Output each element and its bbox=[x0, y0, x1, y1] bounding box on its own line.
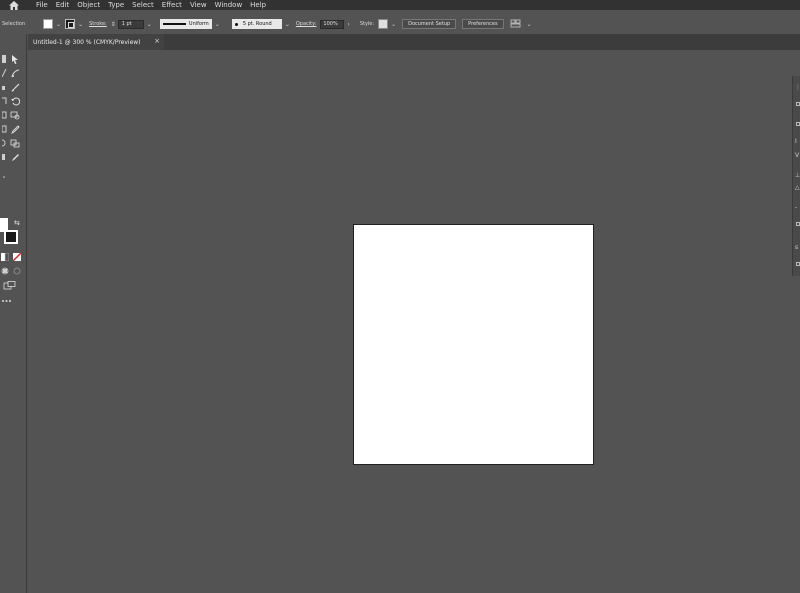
stroke-weight-field[interactable]: 1 pt bbox=[117, 19, 144, 29]
chevron-down-icon[interactable]: ⌄ bbox=[147, 21, 152, 28]
menu-edit[interactable]: Edit bbox=[56, 0, 70, 10]
home-icon[interactable] bbox=[8, 0, 20, 10]
close-icon[interactable]: × bbox=[154, 37, 160, 45]
free-transform-tool-icon[interactable] bbox=[10, 110, 20, 120]
menu-bar: File Edit Object Type Select Effect View… bbox=[0, 0, 800, 10]
brush-label: 5 pt. Round bbox=[242, 21, 272, 27]
pen-tool-icon[interactable] bbox=[0, 68, 10, 78]
chevron-down-icon[interactable]: ⌄ bbox=[285, 21, 290, 28]
control-bar: Selection ⌄ ⌄ Stroke: ⇕ 1 pt ⌄ Uniform ⌄… bbox=[0, 14, 800, 34]
eyedropper-tool-icon[interactable] bbox=[10, 124, 20, 134]
swap-fill-stroke-icon[interactable]: ⇆ bbox=[14, 219, 20, 227]
menu-type[interactable]: Type bbox=[108, 0, 124, 10]
menu-effect[interactable]: Effect bbox=[162, 0, 182, 10]
arrange-documents-icon[interactable] bbox=[510, 19, 524, 29]
style-label: Style: bbox=[359, 21, 375, 27]
right-panel-dock: ⋮ I V ⊥ △ - s bbox=[792, 76, 800, 276]
screen-mode-icon[interactable] bbox=[2, 280, 16, 290]
menu-help[interactable]: Help bbox=[250, 0, 266, 10]
curvature-tool-icon[interactable] bbox=[10, 68, 20, 78]
selection-tool-icon[interactable] bbox=[0, 54, 10, 64]
chevron-right-icon[interactable]: › bbox=[347, 21, 349, 28]
chevron-down-icon[interactable]: ⌄ bbox=[78, 21, 83, 28]
chevron-down-icon[interactable]: ⌄ bbox=[527, 21, 532, 28]
rotate-tool-icon[interactable] bbox=[10, 96, 20, 106]
character-icon[interactable]: I bbox=[795, 138, 797, 145]
menu-items: File Edit Object Type Select Effect View… bbox=[36, 0, 274, 10]
type-tool-icon[interactable] bbox=[0, 82, 10, 92]
hand-tool-icon[interactable] bbox=[0, 152, 10, 162]
tab-label: Untitled-1 @ 300 % (CMYK/Preview) bbox=[33, 38, 141, 46]
tab-untitled-1[interactable]: Untitled-1 @ 300 % (CMYK/Preview) × bbox=[28, 34, 164, 50]
blend-tool-icon[interactable] bbox=[0, 138, 10, 148]
stroke-swatch[interactable] bbox=[65, 19, 76, 29]
symbols-icon[interactable]: s bbox=[795, 244, 798, 251]
profile-line-icon bbox=[162, 23, 186, 25]
stroke-label[interactable]: Stroke: bbox=[89, 21, 107, 27]
transform-icon[interactable]: △ bbox=[795, 184, 800, 191]
properties-icon[interactable] bbox=[796, 102, 800, 106]
variable-width-profile[interactable]: Uniform bbox=[159, 19, 212, 29]
brush-definition[interactable]: 5 pt. Round bbox=[231, 19, 282, 29]
opacity-field[interactable]: 100% bbox=[320, 19, 345, 29]
fill-swatch[interactable] bbox=[43, 19, 54, 29]
stepper-icon[interactable]: ⇕ bbox=[111, 21, 116, 28]
opacity-label[interactable]: Opacity: bbox=[296, 21, 317, 27]
menu-object[interactable]: Object bbox=[77, 0, 100, 10]
chevron-down-icon[interactable]: ⌄ bbox=[391, 21, 396, 28]
layers-icon[interactable] bbox=[796, 122, 800, 126]
shape-builder-tool-icon[interactable] bbox=[0, 124, 10, 134]
scale-tool-icon[interactable] bbox=[0, 110, 10, 120]
menu-select[interactable]: Select bbox=[132, 0, 154, 10]
paintbrush-tool-icon[interactable] bbox=[10, 82, 20, 92]
more-tools-indicator-icon bbox=[0, 172, 10, 182]
edit-toolbar-icon[interactable] bbox=[0, 296, 12, 306]
stroke-panel-icon[interactable]: - bbox=[795, 204, 797, 211]
gradient-mode-icon[interactable] bbox=[0, 252, 10, 262]
draw-mode-icon[interactable] bbox=[0, 266, 10, 276]
tools-panel: ⇆ bbox=[0, 34, 27, 593]
menu-file[interactable]: File bbox=[36, 0, 48, 10]
brush-dot-icon bbox=[234, 22, 238, 26]
draw-behind-icon[interactable] bbox=[12, 266, 22, 276]
document-tab-bar: Untitled-1 @ 300 % (CMYK/Preview) × bbox=[28, 34, 800, 50]
none-mode-icon[interactable] bbox=[12, 252, 22, 262]
profile-label: Uniform bbox=[188, 21, 209, 27]
menu-view[interactable]: View bbox=[190, 0, 207, 10]
direct-selection-tool-icon[interactable] bbox=[10, 54, 20, 64]
paragraph-icon[interactable]: V bbox=[795, 152, 799, 159]
panel-grip-icon[interactable]: ⋮ bbox=[795, 84, 800, 91]
pencil-tool-icon[interactable] bbox=[10, 152, 20, 162]
libraries-icon[interactable] bbox=[796, 262, 800, 266]
live-paint-bucket-icon[interactable] bbox=[10, 138, 20, 148]
chevron-down-icon[interactable]: ⌄ bbox=[215, 21, 220, 28]
selection-label: Selection bbox=[2, 21, 26, 27]
rectangle-tool-icon[interactable] bbox=[0, 96, 10, 106]
document-setup-button[interactable]: Document Setup bbox=[402, 19, 457, 29]
chevron-down-icon[interactable]: ⌄ bbox=[56, 21, 61, 28]
style-swatch[interactable] bbox=[378, 19, 389, 29]
swatches-icon[interactable] bbox=[796, 222, 800, 226]
artboard[interactable] bbox=[353, 224, 594, 465]
menu-window[interactable]: Window bbox=[215, 0, 243, 10]
toolbar-stroke-swatch[interactable] bbox=[4, 230, 18, 244]
align-icon[interactable]: ⊥ bbox=[795, 172, 800, 179]
preferences-button[interactable]: Preferences bbox=[462, 19, 504, 29]
